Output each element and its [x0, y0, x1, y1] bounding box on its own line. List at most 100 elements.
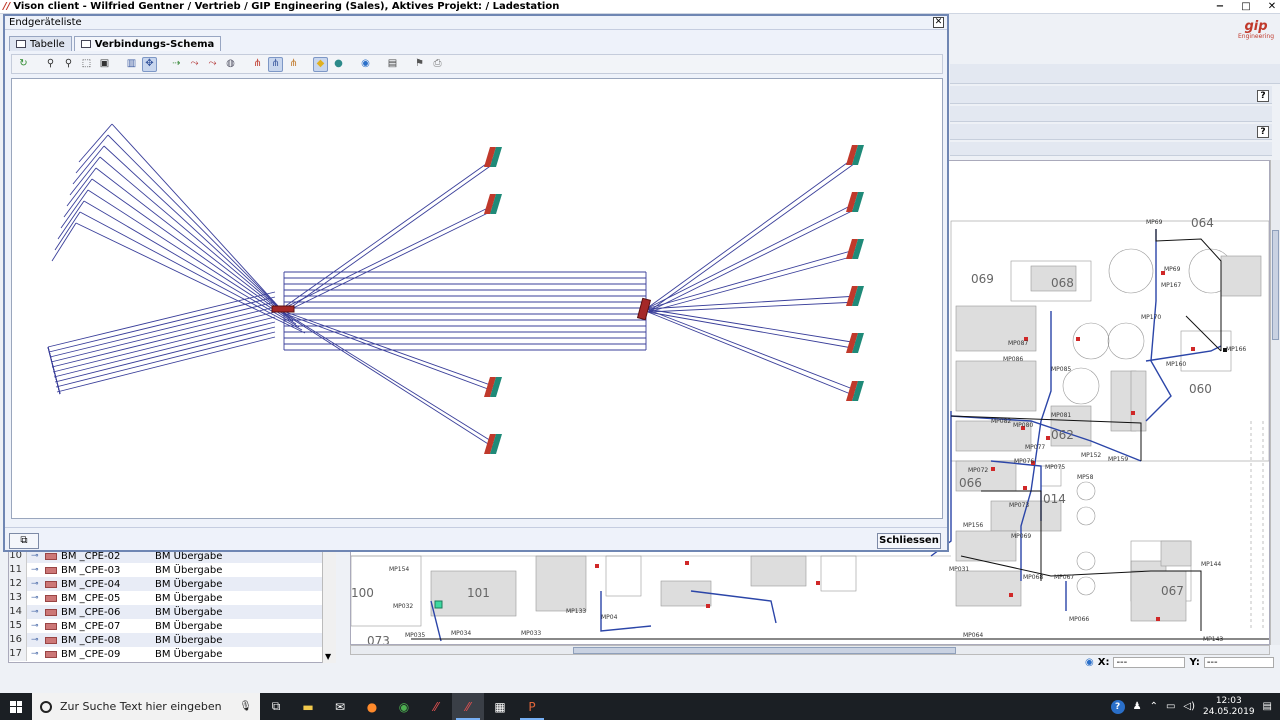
network-icon[interactable]: ▭: [1166, 701, 1175, 712]
end-device-icon[interactable]: [484, 147, 502, 167]
mail-icon[interactable]: ✉: [324, 693, 356, 720]
list-item[interactable]: 16 ⊸ BM _CPE-08 BM Übergabe: [9, 633, 335, 647]
scroll-down-icon[interactable]: ▼: [325, 652, 331, 661]
start-button[interactable]: [0, 693, 32, 720]
export-icon[interactable]: ▤: [385, 57, 400, 72]
list-item[interactable]: 13 ⊸ BM _CPE-05 BM Übergabe: [9, 591, 335, 605]
row-number: 13: [9, 591, 27, 605]
volume-icon[interactable]: ◁): [1183, 701, 1195, 712]
vison-client-active-icon[interactable]: ⁄⁄: [452, 693, 484, 720]
layout-icon[interactable]: ▥: [124, 57, 139, 72]
map-vertical-scrollbar[interactable]: [1270, 160, 1280, 645]
key-icon: ⊸: [31, 565, 39, 575]
end-device-icon[interactable]: [484, 194, 502, 214]
distribution-node-icon[interactable]: [271, 305, 295, 313]
end-device-icon[interactable]: [484, 434, 502, 454]
schema-connection-line: [55, 331, 276, 388]
firefox-icon[interactable]: ●: [356, 693, 388, 720]
coordinate-bar: ◉ X: --- Y: ---: [1085, 656, 1280, 669]
highlight-icon[interactable]: ◆: [313, 56, 328, 72]
cpe-device-icon: [45, 636, 57, 644]
svg-text:MP170: MP170: [1141, 314, 1161, 321]
svg-text:MP080: MP080: [1013, 422, 1033, 429]
connection-schema-canvas[interactable]: [11, 78, 943, 519]
zoom-in-icon[interactable]: ⚲: [43, 57, 58, 72]
world-icon[interactable]: ◉: [358, 57, 373, 72]
end-device-icon[interactable]: [484, 377, 502, 397]
powerpoint-icon[interactable]: P: [516, 693, 548, 720]
maximize-button[interactable]: □: [1240, 1, 1252, 12]
minimize-button[interactable]: −: [1214, 1, 1226, 12]
schema-connection-line: [647, 207, 859, 313]
list-item[interactable]: 11 ⊸ BM _CPE-03 BM Übergabe: [9, 563, 335, 577]
end-device-icon[interactable]: [846, 381, 864, 401]
microphone-icon[interactable]: 🎙: [239, 701, 252, 712]
schema-connection-line: [57, 200, 85, 240]
end-device-icon[interactable]: [846, 239, 864, 259]
tab-verbindungs-schema[interactable]: Verbindungs-Schema: [73, 36, 222, 51]
endgeraete-list[interactable]: 10 ⊸ BM _CPE-02 BM Übergabe 11 ⊸ BM _CPE-03 BM …: [8, 548, 336, 663]
schliessen-button[interactable]: Schliessen: [877, 533, 941, 549]
chrome-icon[interactable]: ◉: [388, 693, 420, 720]
undock-button[interactable]: ⧉: [9, 533, 39, 549]
help-button-1[interactable]: ?: [1257, 90, 1269, 102]
globe-icon[interactable]: ◍: [223, 57, 238, 72]
end-device-icon[interactable]: [846, 145, 864, 165]
end-device-icon[interactable]: [846, 192, 864, 212]
tree-expand-icon[interactable]: ⋔: [286, 57, 301, 72]
y-value: ---: [1203, 657, 1274, 668]
schema-connection-line: [279, 203, 497, 311]
schema-connection-line: [53, 321, 276, 378]
key-icon: ⊸: [31, 635, 39, 645]
zoom-out-icon[interactable]: ⚲: [61, 57, 76, 72]
svg-text:MP068: MP068: [1023, 574, 1043, 581]
people-icon[interactable]: ♟: [1133, 701, 1142, 712]
route-b-icon[interactable]: ⤳: [205, 57, 220, 72]
list-item[interactable]: 15 ⊸ BM _CPE-07 BM Übergabe: [9, 619, 335, 633]
tab-tabelle[interactable]: Tabelle: [9, 36, 72, 51]
notifications-icon[interactable]: ▤: [1263, 701, 1272, 712]
list-item[interactable]: 17 ⊸ BM _CPE-09 BM Übergabe: [9, 647, 335, 661]
device-type: BM Übergabe: [155, 648, 223, 660]
window-close-button[interactable]: ✕: [1266, 1, 1278, 12]
tree-icon[interactable]: ⋔: [250, 57, 265, 72]
schema-connection-line: [107, 134, 282, 310]
pin-icon[interactable]: ⚑: [412, 57, 427, 72]
connect-icon[interactable]: ⇢: [169, 57, 184, 72]
end-device-icon[interactable]: [846, 286, 864, 306]
calendar-icon[interactable]: ▦: [484, 693, 516, 720]
route-a-icon[interactable]: ⤳: [187, 57, 202, 72]
refresh-icon[interactable]: ↻: [16, 57, 31, 72]
map-label-069: 069: [971, 272, 994, 286]
file-explorer-icon[interactable]: ▬: [292, 693, 324, 720]
print-icon[interactable]: ⎙: [430, 57, 445, 72]
key-icon: ⊸: [31, 621, 39, 631]
map-vscroll-thumb[interactable]: [1272, 230, 1279, 340]
select-icon[interactable]: ✥: [142, 56, 157, 72]
device-type: BM Übergabe: [155, 564, 223, 576]
list-vertical-scrollbar[interactable]: ▼: [322, 548, 336, 663]
svg-text:MP081: MP081: [1051, 412, 1071, 419]
dialog-close-button[interactable]: ✕: [933, 17, 944, 28]
gip-logo-sub: Engineering: [1238, 33, 1274, 40]
distribution-node-icon[interactable]: [636, 297, 652, 321]
list-item[interactable]: 12 ⊸ BM _CPE-04 BM Übergabe: [9, 577, 335, 591]
zoom-fit-icon[interactable]: ▣: [97, 57, 112, 72]
help-icon[interactable]: ?: [1110, 699, 1125, 714]
map-horizontal-scrollbar[interactable]: [350, 645, 1270, 655]
tray-expand-icon[interactable]: ⌃: [1150, 701, 1158, 712]
task-view-icon[interactable]: ⧉: [260, 693, 292, 720]
tree-selected-icon[interactable]: ⋔: [268, 56, 283, 72]
zoom-window-icon[interactable]: ⬚: [79, 57, 94, 72]
taskbar-search[interactable]: Zur Suche Text hier eingeben 🎙: [32, 693, 260, 720]
end-device-icon[interactable]: [846, 333, 864, 353]
search-placeholder: Zur Suche Text hier eingeben: [60, 700, 222, 713]
svg-text:MP69: MP69: [1164, 266, 1181, 273]
help-button-2[interactable]: ?: [1257, 126, 1269, 138]
clock[interactable]: 12:03 24.05.2019: [1203, 696, 1255, 718]
color-icon[interactable]: ●: [331, 57, 346, 72]
map-hscroll-thumb[interactable]: [573, 647, 956, 654]
vison-app-icon[interactable]: ⁄⁄: [420, 693, 452, 720]
list-item[interactable]: 14 ⊸ BM _CPE-06 BM Übergabe: [9, 605, 335, 619]
device-name: BM _CPE-03: [61, 564, 121, 576]
